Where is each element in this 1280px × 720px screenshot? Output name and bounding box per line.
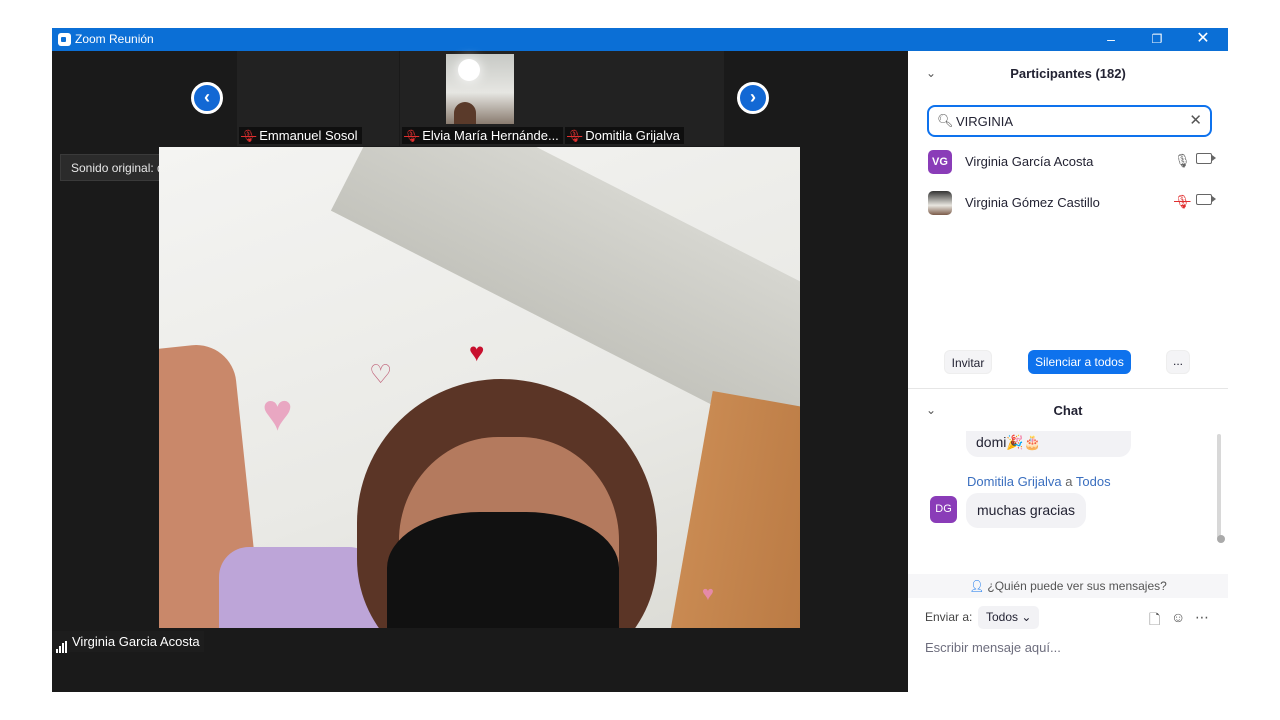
chat-message-input[interactable] [925, 637, 1215, 657]
participants-title: Participantes (182) [1010, 66, 1126, 81]
send-to-label: Enviar a: [925, 610, 973, 624]
next-page-button[interactable]: › [737, 82, 769, 114]
chat-message: muchas gracias [966, 493, 1087, 528]
heart-decoration: ♥ [469, 337, 485, 367]
muted-mic-icon: 🎙 [567, 129, 583, 143]
title-bar: Zoom Reunión – ❐ ✕ [52, 28, 1228, 51]
video-camera-icon[interactable] [1196, 194, 1216, 205]
recipient-select[interactable]: Todos ⌄ [978, 606, 1040, 629]
more-icon[interactable]: ⋯ [1195, 609, 1209, 626]
scrollbar-thumb[interactable] [1217, 535, 1225, 543]
participant-name: Emmanuel Sosol [259, 128, 358, 143]
chevron-down-icon: ⌄ [1021, 610, 1032, 624]
chat-title: Chat [1053, 403, 1083, 418]
heart-decoration: ♡ [369, 359, 393, 389]
mute-all-button[interactable]: Silenciar a todos [1028, 350, 1131, 374]
thumbnail-name-tag: 🎙 Domitila Grijalva [565, 127, 684, 144]
user-visibility-icon: 👤︎ [969, 579, 985, 593]
message-sender-line: Domitila Grijalva a Todos [967, 474, 1111, 489]
previous-page-button[interactable]: ‹ [191, 82, 223, 114]
thumbnail-name-tag: 🎙 Elvia María Hernánde... [402, 127, 563, 144]
muted-mic-icon: 🎙 [404, 129, 420, 143]
maximize-button[interactable]: ❐ [1134, 28, 1180, 51]
window-title: Zoom Reunión [75, 32, 154, 46]
emoji-icon[interactable]: ☺ [1171, 609, 1185, 625]
recipient-name[interactable]: Todos [1076, 474, 1111, 489]
avatar [928, 191, 952, 215]
recipient-select-value: Todos [986, 610, 1019, 624]
heart-decoration: ♥ [702, 583, 714, 605]
active-speaker-name-tag: Virginia Garcia Acosta [52, 631, 204, 653]
thumbnail-video[interactable]: 🎙 Elvia María Hernánde... [400, 51, 563, 146]
participant-name: Elvia María Hernánde... [422, 128, 559, 143]
chat-messages: domi🎉🎂 Domitila Grijalva a Todos DG much… [908, 431, 1228, 571]
chat-scrollbar[interactable] [1217, 434, 1221, 539]
sender-name[interactable]: Domitila Grijalva [967, 474, 1062, 489]
heart-decoration: ♥ [262, 384, 293, 442]
file-icon[interactable]: 🗋 [1149, 609, 1160, 633]
close-button[interactable]: ✕ [1180, 28, 1226, 51]
thumbnail-video[interactable]: 🎙 Domitila Grijalva [563, 51, 724, 146]
participant-name: Virginia García Acosta [965, 154, 1094, 169]
clear-search-icon[interactable]: ✕ [1189, 111, 1202, 129]
privacy-text: ¿Quién puede ver sus mensajes? [987, 579, 1167, 593]
participant-name: Virginia Gómez Castillo [965, 195, 1100, 210]
active-speaker-video: ♡ ♥ ♥ ♥ [159, 147, 800, 628]
side-panel: ⌄ Participantes (182) 🔍︎ ✕ VG Virginia G… [908, 51, 1228, 692]
participant-name: Domitila Grijalva [585, 128, 680, 143]
invite-button[interactable]: Invitar [944, 350, 992, 374]
participant-search-input[interactable] [956, 112, 1176, 130]
avatar: VG [928, 150, 952, 174]
thumbnail-name-tag: 🎙 Emmanuel Sosol [239, 127, 362, 144]
participant-row[interactable]: VG Virginia García Acosta 🎙 [908, 146, 1228, 187]
search-icon: 🔍︎ [937, 113, 954, 128]
chat-header: ⌄ Chat [908, 403, 1228, 423]
zoom-window: Zoom Reunión – ❐ ✕ ‹ 🎙 Emmanuel Sosol 🎙 El… [52, 28, 1228, 692]
video-area: ‹ 🎙 Emmanuel Sosol 🎙 Elvia María Hernánde.… [52, 51, 908, 692]
video-camera-icon[interactable] [1196, 153, 1216, 164]
divider [908, 388, 1228, 389]
active-speaker-name: Virginia Garcia Acosta [72, 634, 200, 649]
muted-mic-icon: 🎙 [241, 129, 257, 143]
minimize-button[interactable]: – [1088, 28, 1134, 51]
avatar: DG [930, 496, 957, 523]
signal-strength-icon [56, 632, 68, 653]
participant-row[interactable]: Virginia Gómez Castillo 🎙 [908, 187, 1228, 228]
participant-list: VG Virginia García Acosta 🎙 Virginia Góm… [908, 146, 1228, 228]
message-privacy-link[interactable]: 👤︎ ¿Quién puede ver sus mensajes? [908, 574, 1228, 598]
muted-mic-icon[interactable]: 🎙 [1174, 194, 1191, 210]
collapse-chevron-icon[interactable]: ⌄ [926, 66, 936, 80]
more-options-button[interactable]: ... [1166, 350, 1190, 374]
participant-video-frame [446, 54, 514, 124]
zoom-app-icon [58, 33, 71, 46]
to-word: a [1065, 474, 1073, 489]
thumbnail-video[interactable]: 🎙 Emmanuel Sosol [237, 51, 399, 146]
chat-message: domi🎉🎂 [966, 431, 1131, 457]
participant-search[interactable]: 🔍︎ ✕ [927, 105, 1212, 137]
mic-icon[interactable]: 🎙 [1174, 153, 1191, 169]
collapse-chevron-icon[interactable]: ⌄ [926, 403, 936, 417]
participants-header: ⌄ Participantes (182) [908, 66, 1228, 86]
